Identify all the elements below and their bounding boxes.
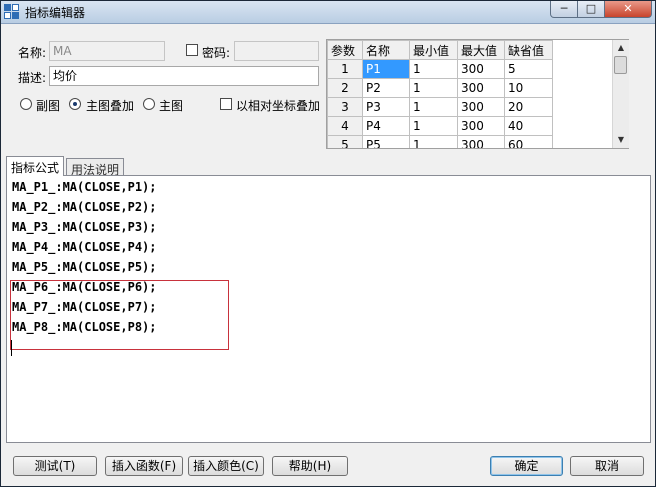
column-header: 名称 (362, 40, 410, 60)
code-line: MA_P5_:MA(CLOSE,P5); (12, 260, 157, 274)
column-header: 参数 (327, 40, 363, 60)
param-max-cell[interactable]: 300 (457, 59, 505, 79)
param-default-cell[interactable]: 60 (504, 135, 553, 148)
code-line: MA_P1_:MA(CLOSE,P1); (12, 180, 157, 194)
tab-formula[interactable]: 指标公式 (6, 156, 65, 176)
formula-editor[interactable]: MA_P1_:MA(CLOSE,P1); MA_P2_:MA(CLOSE,P2)… (6, 175, 651, 443)
param-name-cell[interactable]: P1 (362, 59, 410, 79)
window-title: 指标编辑器 (25, 6, 86, 20)
description-field[interactable]: 均价 (49, 66, 319, 86)
row-number: 3 (327, 97, 363, 117)
param-max-cell[interactable]: 300 (457, 78, 505, 98)
param-name-cell[interactable]: P2 (362, 78, 410, 98)
table-row[interactable]: 3 P3 1 300 20 (327, 97, 553, 117)
password-field[interactable] (234, 41, 319, 61)
password-label: 密码: (202, 46, 231, 60)
ok-button[interactable]: 确定 (490, 456, 563, 476)
radio-main-overlay-label: 主图叠加 (86, 99, 135, 113)
radio-main-overlay[interactable] (69, 98, 81, 110)
param-default-cell[interactable]: 40 (504, 116, 553, 136)
param-min-cell[interactable]: 1 (409, 97, 458, 117)
column-header: 最大值 (457, 40, 505, 60)
minimize-button[interactable]: ─ (550, 1, 578, 18)
param-default-cell[interactable]: 10 (504, 78, 553, 98)
row-number: 5 (327, 135, 363, 148)
scroll-thumb[interactable] (614, 56, 627, 74)
param-min-cell[interactable]: 1 (409, 59, 458, 79)
scroll-up-arrow-icon[interactable]: ▲ (613, 41, 629, 55)
test-button[interactable]: 测试(T) (13, 456, 97, 476)
column-header: 缺省值 (504, 40, 553, 60)
row-number: 2 (327, 78, 363, 98)
code-line: MA_P3_:MA(CLOSE,P3); (12, 220, 157, 234)
radio-sub-chart[interactable] (20, 98, 32, 110)
tab-usage[interactable]: 用法说明 (66, 158, 125, 177)
insert-color-button[interactable]: 插入颜色(C) (188, 456, 264, 476)
column-header: 最小值 (409, 40, 458, 60)
relative-axis-checkbox[interactable] (220, 98, 232, 110)
help-button[interactable]: 帮助(H) (272, 456, 348, 476)
description-label: 描述: (18, 71, 47, 85)
table-scrollbar[interactable]: ▲ ▼ (612, 40, 629, 148)
param-max-cell[interactable]: 300 (457, 116, 505, 136)
relative-axis-label: 以相对坐标叠加 (236, 99, 321, 113)
row-number: 4 (327, 116, 363, 136)
table-row[interactable]: 5 P5 1 300 60 (327, 135, 553, 148)
row-number: 1 (327, 59, 363, 79)
table-row[interactable]: 2 P2 1 300 10 (327, 78, 553, 98)
text-caret (11, 340, 12, 356)
table-header-row: 参数 名称 最小值 最大值 缺省值 (327, 40, 553, 60)
maximize-button[interactable]: □ (577, 1, 605, 18)
radio-sub-chart-label: 副图 (36, 99, 61, 113)
param-min-cell[interactable]: 1 (409, 78, 458, 98)
code-line: MA_P2_:MA(CLOSE,P2); (12, 200, 157, 214)
param-default-cell[interactable]: 20 (504, 97, 553, 117)
close-button[interactable]: ✕ (604, 1, 652, 18)
cancel-button[interactable]: 取消 (570, 456, 644, 476)
highlight-annotation-box (10, 280, 229, 350)
param-max-cell[interactable]: 300 (457, 97, 505, 117)
parameters-table[interactable]: 参数 名称 最小值 最大值 缺省值 1 P1 1 300 5 2 P2 1 30… (326, 39, 629, 149)
insert-function-button[interactable]: 插入函数(F) (105, 456, 183, 476)
radio-main-chart[interactable] (143, 98, 155, 110)
table-row[interactable]: 1 P1 1 300 5 (327, 59, 553, 79)
name-field[interactable]: MA (49, 41, 165, 61)
radio-main-chart-label: 主图 (159, 99, 184, 113)
param-min-cell[interactable]: 1 (409, 135, 458, 148)
param-default-cell[interactable]: 5 (504, 59, 553, 79)
param-name-cell[interactable]: P3 (362, 97, 410, 117)
param-max-cell[interactable]: 300 (457, 135, 505, 148)
app-icon (4, 4, 19, 19)
code-line: MA_P4_:MA(CLOSE,P4); (12, 240, 157, 254)
table-row[interactable]: 4 P4 1 300 40 (327, 116, 553, 136)
name-label: 名称: (18, 46, 47, 60)
indicator-editor-window: 指标编辑器 ─ □ ✕ 名称: MA 密码: 描述: 均价 副图 主图叠加 主图… (0, 0, 656, 487)
password-checkbox[interactable] (186, 44, 198, 56)
param-name-cell[interactable]: P5 (362, 135, 410, 148)
scroll-down-arrow-icon[interactable]: ▼ (613, 133, 629, 147)
param-name-cell[interactable]: P4 (362, 116, 410, 136)
param-min-cell[interactable]: 1 (409, 116, 458, 136)
